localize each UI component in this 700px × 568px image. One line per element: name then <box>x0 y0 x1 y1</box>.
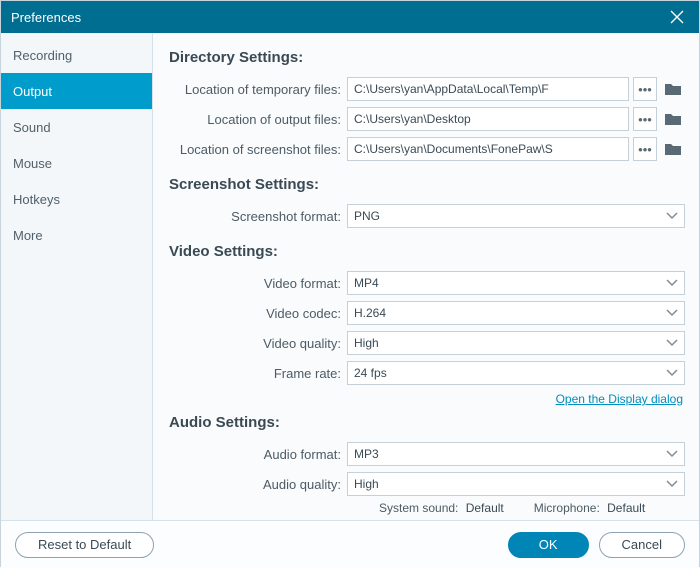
close-icon <box>670 10 684 24</box>
audio-quality-select[interactable]: High <box>347 472 685 496</box>
sidebar-item-label: Output <box>13 84 52 99</box>
sidebar-item-more[interactable]: More <box>1 217 152 253</box>
section-title-audio: Audio Settings: <box>169 414 685 431</box>
row-frame-rate: Frame rate: 24 fps <box>167 360 685 386</box>
microphone-label: Microphone: <box>534 501 600 515</box>
footer: Reset to Default OK Cancel <box>1 520 699 568</box>
label-temp-location: Location of temporary files: <box>167 82 347 97</box>
screenshot-location-field[interactable]: C:\Users\yan\Documents\FonePaw\S <box>347 137 629 161</box>
folder-icon <box>665 82 681 96</box>
sidebar-item-label: Hotkeys <box>13 192 60 207</box>
row-video-format: Video format: MP4 <box>167 270 685 296</box>
open-screenshot-folder-button[interactable] <box>661 137 685 161</box>
open-output-folder-button[interactable] <box>661 107 685 131</box>
browse-screenshot-button[interactable]: ••• <box>633 137 657 161</box>
row-video-codec: Video codec: H.264 <box>167 300 685 326</box>
row-video-quality: Video quality: High <box>167 330 685 356</box>
chevron-down-icon <box>666 336 678 350</box>
label-screenshot-format: Screenshot format: <box>167 209 347 224</box>
output-location-field[interactable]: C:\Users\yan\Desktop <box>347 107 629 131</box>
chevron-down-icon <box>666 276 678 290</box>
ellipsis-icon: ••• <box>638 112 652 127</box>
row-screenshot-format: Screenshot format: PNG <box>167 203 685 229</box>
select-value: PNG <box>354 209 380 223</box>
temp-location-field[interactable]: C:\Users\yan\AppData\Local\Temp\F <box>347 77 629 101</box>
open-display-dialog-link[interactable]: Open the Display dialog <box>556 392 683 406</box>
chevron-down-icon <box>666 447 678 461</box>
select-value: High <box>354 336 379 350</box>
ok-button[interactable]: OK <box>508 532 589 558</box>
label-audio-format: Audio format: <box>167 447 347 462</box>
screenshot-format-select[interactable]: PNG <box>347 204 685 228</box>
select-value: H.264 <box>354 306 386 320</box>
row-audio-format: Audio format: MP3 <box>167 441 685 467</box>
row-audio-quality: Audio quality: High <box>167 471 685 497</box>
audio-status-row: System sound: Default Microphone: Defaul… <box>167 501 685 515</box>
video-quality-select[interactable]: High <box>347 331 685 355</box>
sidebar-item-label: More <box>13 228 43 243</box>
window-title: Preferences <box>11 10 81 25</box>
browse-temp-button[interactable]: ••• <box>633 77 657 101</box>
system-sound-label: System sound: <box>379 501 458 515</box>
label-output-location: Location of output files: <box>167 112 347 127</box>
sidebar-item-output[interactable]: Output <box>1 73 152 109</box>
system-sound-value: Default <box>466 501 504 515</box>
folder-icon <box>665 142 681 156</box>
browse-output-button[interactable]: ••• <box>633 107 657 131</box>
section-title-screenshot: Screenshot Settings: <box>169 176 685 193</box>
ellipsis-icon: ••• <box>638 142 652 157</box>
video-format-select[interactable]: MP4 <box>347 271 685 295</box>
chevron-down-icon <box>666 477 678 491</box>
label-audio-quality: Audio quality: <box>167 477 347 492</box>
sidebar-item-label: Mouse <box>13 156 52 171</box>
sidebar: Recording Output Sound Mouse Hotkeys Mor… <box>1 33 153 520</box>
label-video-format: Video format: <box>167 276 347 291</box>
select-value: MP3 <box>354 447 379 461</box>
folder-icon <box>665 112 681 126</box>
audio-format-select[interactable]: MP3 <box>347 442 685 466</box>
main-pane: Directory Settings: Location of temporar… <box>153 33 699 520</box>
sidebar-item-hotkeys[interactable]: Hotkeys <box>1 181 152 217</box>
chevron-down-icon <box>666 209 678 223</box>
label-video-quality: Video quality: <box>167 336 347 351</box>
open-temp-folder-button[interactable] <box>661 77 685 101</box>
select-value: MP4 <box>354 276 379 290</box>
select-value: High <box>354 477 379 491</box>
sidebar-item-sound[interactable]: Sound <box>1 109 152 145</box>
reset-to-default-button[interactable]: Reset to Default <box>15 532 154 558</box>
close-button[interactable] <box>665 5 689 29</box>
label-video-codec: Video codec: <box>167 306 347 321</box>
sidebar-item-recording[interactable]: Recording <box>1 37 152 73</box>
select-value: 24 fps <box>354 366 387 380</box>
sidebar-item-mouse[interactable]: Mouse <box>1 145 152 181</box>
sidebar-item-label: Recording <box>13 48 72 63</box>
cancel-button[interactable]: Cancel <box>599 532 685 558</box>
microphone-value: Default <box>607 501 645 515</box>
ellipsis-icon: ••• <box>638 82 652 97</box>
label-screenshot-location: Location of screenshot files: <box>167 142 347 157</box>
label-frame-rate: Frame rate: <box>167 366 347 381</box>
row-screenshot-location: Location of screenshot files: C:\Users\y… <box>167 136 685 162</box>
sidebar-item-label: Sound <box>13 120 51 135</box>
section-title-directory: Directory Settings: <box>169 49 685 66</box>
chevron-down-icon <box>666 306 678 320</box>
section-title-video: Video Settings: <box>169 243 685 260</box>
frame-rate-select[interactable]: 24 fps <box>347 361 685 385</box>
chevron-down-icon <box>666 366 678 380</box>
video-codec-select[interactable]: H.264 <box>347 301 685 325</box>
titlebar: Preferences <box>1 1 699 33</box>
row-temp-location: Location of temporary files: C:\Users\ya… <box>167 76 685 102</box>
row-output-location: Location of output files: C:\Users\yan\D… <box>167 106 685 132</box>
